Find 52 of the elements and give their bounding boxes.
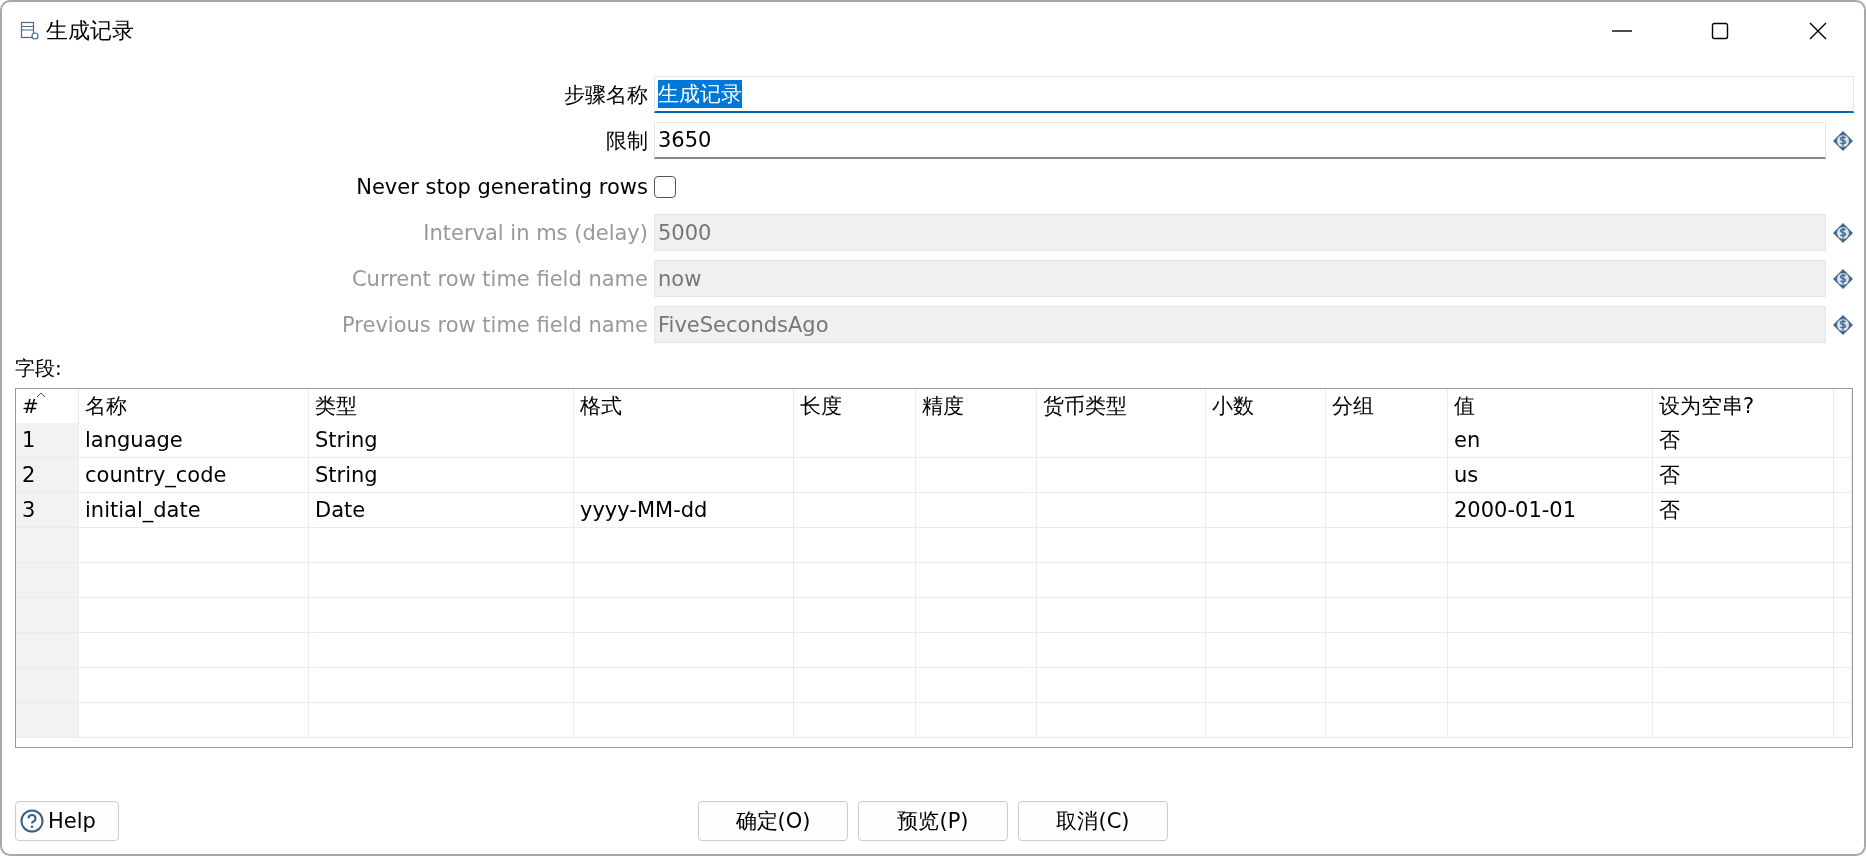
help-icon — [20, 809, 44, 833]
table-cell: 2000-01-01 — [1447, 492, 1653, 528]
column-header[interactable]: 精度 — [915, 389, 1037, 423]
row-number: 2 — [16, 457, 79, 493]
field-label: Current row time field name — [350, 266, 649, 291]
field-label: Interval in ms (delay) — [422, 220, 649, 245]
field-label: Previous row time field name — [341, 312, 649, 337]
table-cell: country_code — [78, 457, 309, 493]
variable-dollar-icon — [1832, 267, 1854, 290]
section-label: 字段: — [14, 355, 63, 382]
column-header[interactable]: 分组 — [1325, 389, 1448, 423]
row-number: 1 — [16, 423, 79, 458]
column-header[interactable]: # — [22, 394, 39, 418]
column-header[interactable]: 设为空串? — [1652, 389, 1834, 423]
row-number: 3 — [16, 492, 79, 528]
field-label: 限制 — [605, 127, 649, 155]
column-header[interactable]: 长度 — [793, 389, 916, 423]
variable-dollar-icon — [1832, 221, 1854, 244]
field-label: Never stop generating rows — [355, 174, 649, 199]
help-button[interactable]: Help — [15, 801, 119, 841]
field-label: 步骤名称 — [563, 81, 649, 109]
table-cell: String — [308, 423, 574, 458]
input-field[interactable]: 3650 — [654, 122, 1826, 159]
column-header[interactable]: 值 — [1447, 389, 1653, 423]
minimize-icon — [1612, 30, 1632, 32]
table-cell: language — [78, 423, 309, 458]
variable-dollar-icon — [1832, 313, 1854, 336]
dialog-button[interactable]: 确定(O) — [698, 801, 848, 841]
close-icon — [1808, 21, 1828, 41]
column-header[interactable]: 小数 — [1205, 389, 1326, 423]
table-gear-icon — [20, 21, 40, 41]
input-field[interactable]: 生成记录 — [654, 76, 1854, 113]
table-cell: String — [308, 457, 574, 493]
table-cell: us — [1447, 457, 1653, 493]
sort-caret-icon — [36, 392, 46, 398]
column-header[interactable]: 格式 — [573, 389, 794, 423]
column-header[interactable]: 类型 — [308, 389, 574, 423]
dialog-button[interactable]: 预览(P) — [858, 801, 1008, 841]
table-cell: 否 — [1652, 423, 1834, 458]
table-cell: 否 — [1652, 492, 1834, 528]
table-cell: en — [1447, 423, 1653, 458]
table-cell: initial_date — [78, 492, 309, 528]
column-header[interactable]: 货币类型 — [1036, 389, 1206, 423]
table-cell: 否 — [1652, 457, 1834, 493]
checkbox[interactable] — [654, 175, 676, 198]
window-title: 生成记录 — [46, 17, 134, 45]
dialog-button[interactable]: 取消(C) — [1018, 801, 1168, 841]
table-cell: yyyy-MM-dd — [573, 492, 794, 528]
table-cell: Date — [308, 492, 574, 528]
variable-dollar-icon — [1832, 129, 1854, 152]
maximize-icon — [1710, 21, 1730, 41]
column-header[interactable]: 名称 — [78, 389, 309, 423]
